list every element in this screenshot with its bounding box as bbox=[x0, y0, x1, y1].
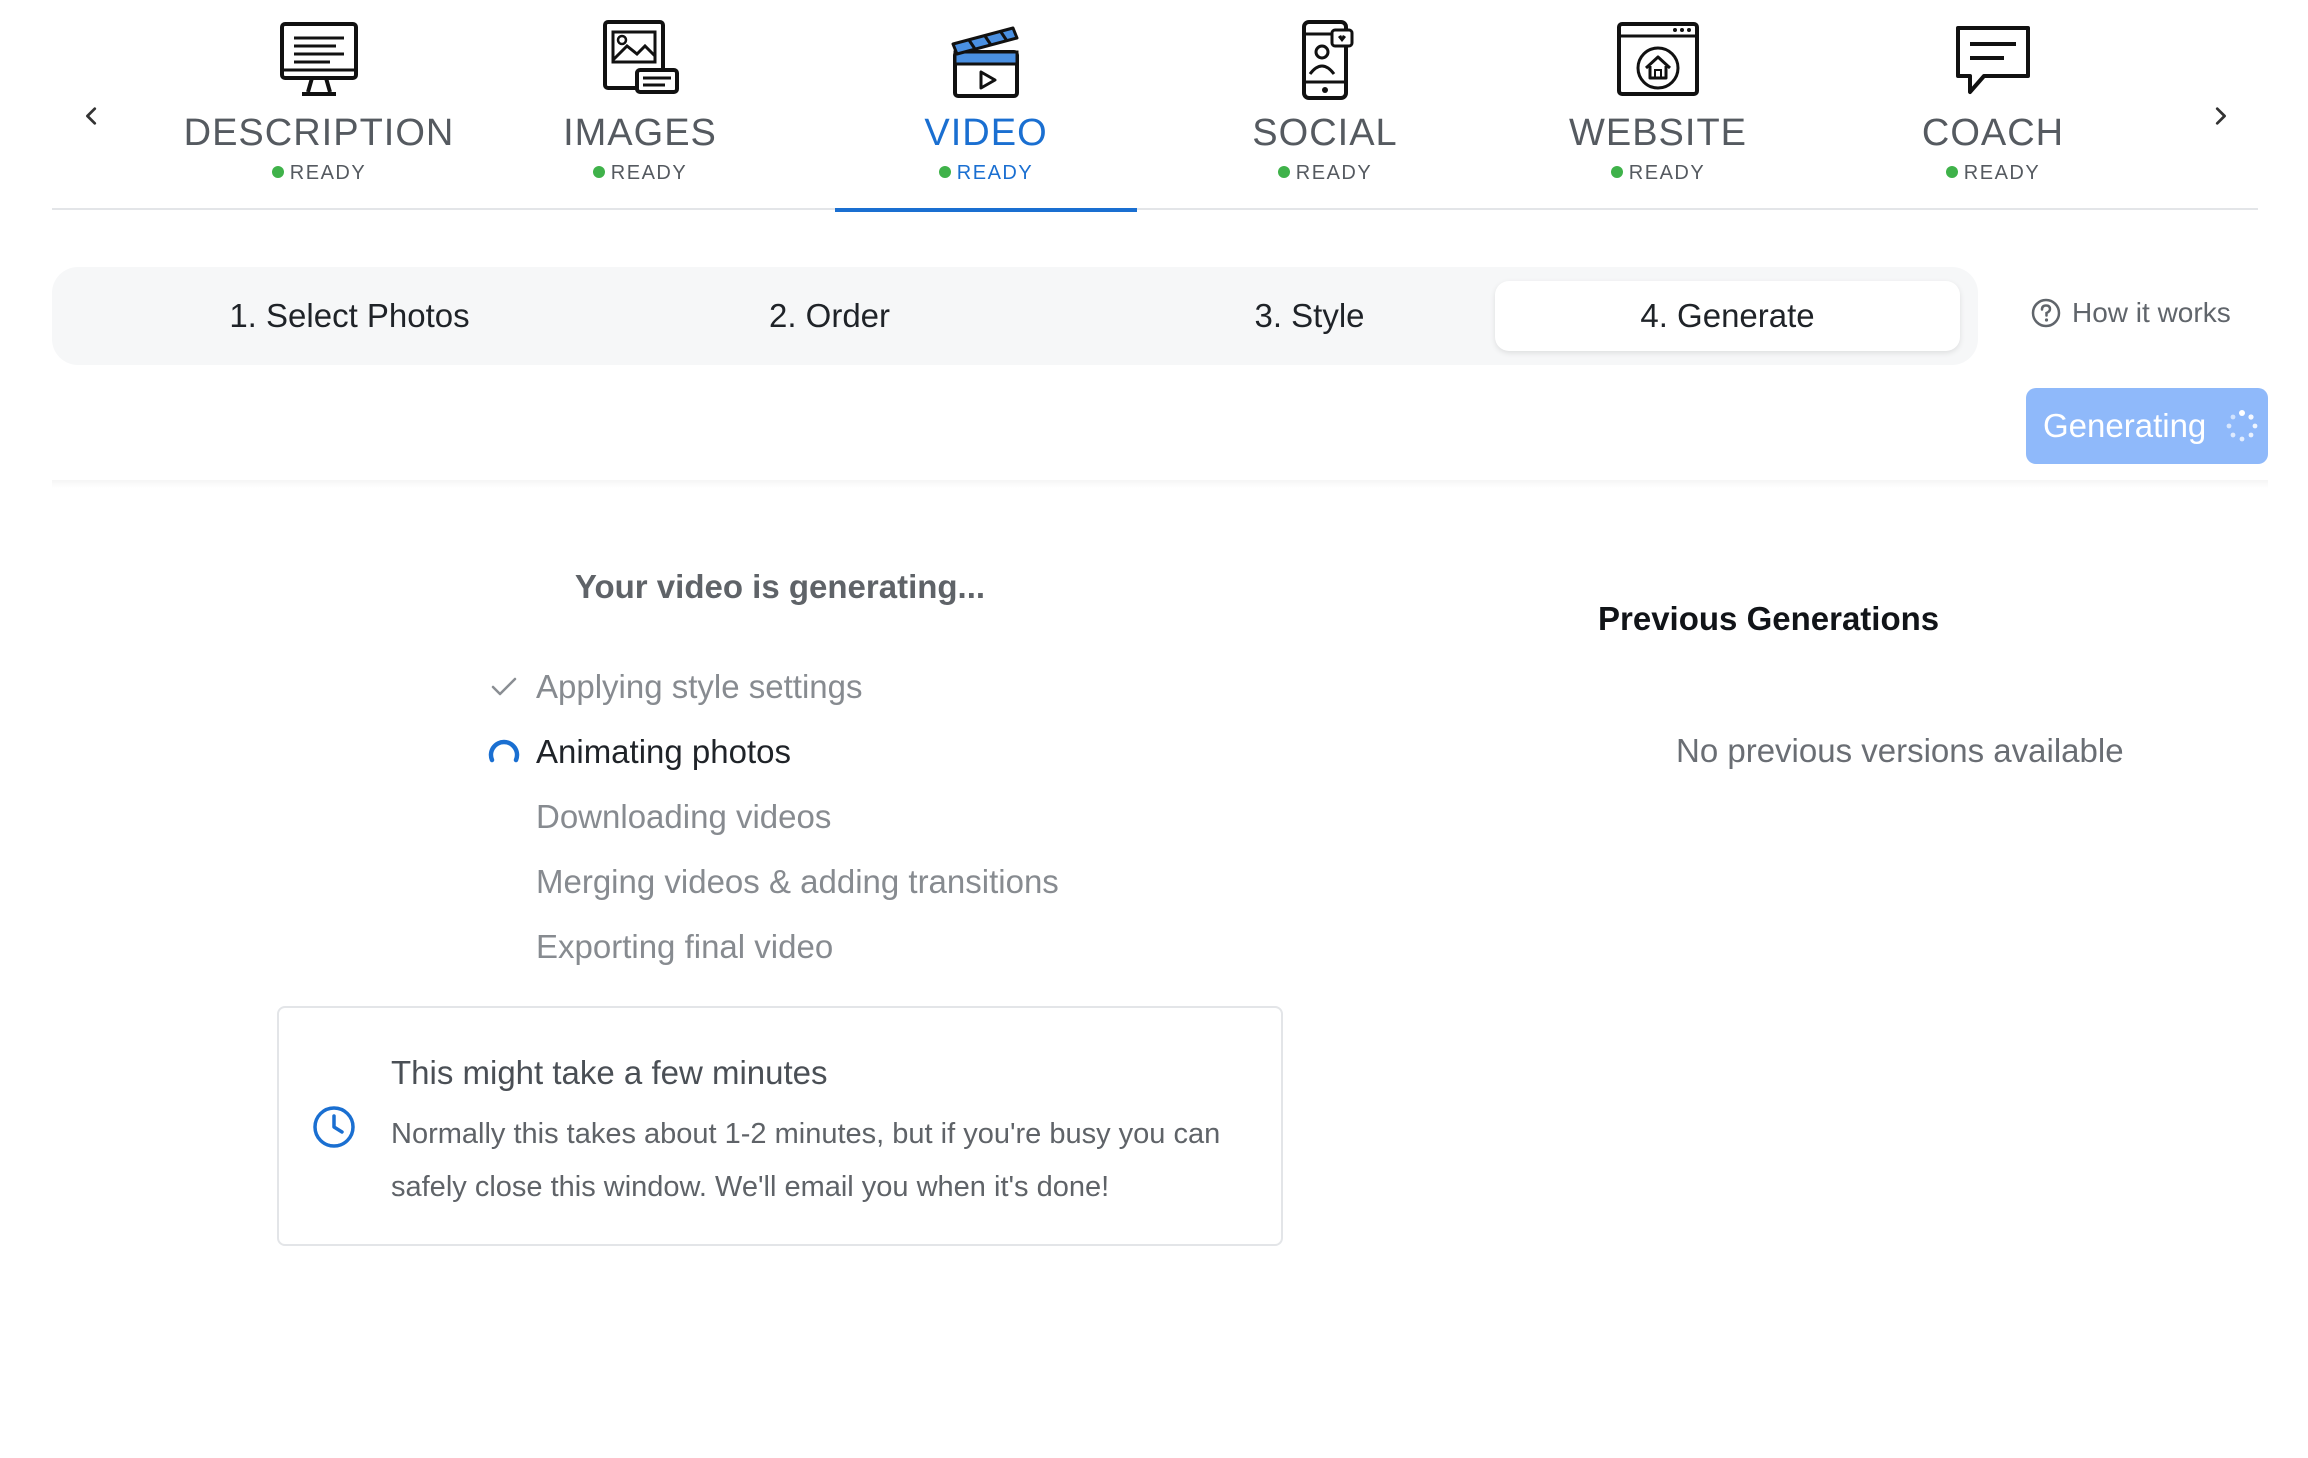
progress-step-label: Applying style settings bbox=[536, 667, 863, 705]
chat-bubble-icon bbox=[1956, 26, 2030, 94]
status-badge: READY bbox=[1174, 162, 1476, 185]
question-circle-icon bbox=[2031, 298, 2061, 328]
tab-label: IMAGES bbox=[563, 112, 717, 154]
checkmark-icon bbox=[491, 677, 517, 696]
tab-label: WEBSITE bbox=[1568, 112, 1748, 154]
previous-generations-title: Previous Generations bbox=[1598, 600, 1940, 637]
tab-social[interactable]: SOCIAL READY bbox=[1174, 0, 1476, 210]
ready-dot bbox=[592, 166, 605, 178]
step-select-photos[interactable]: 1. Select Photos bbox=[117, 281, 582, 351]
status-badge: READY bbox=[835, 162, 1137, 185]
clock-icon bbox=[313, 1106, 355, 1148]
ready-dot bbox=[1277, 166, 1290, 178]
status-text: READY bbox=[1628, 162, 1706, 184]
status-badge: READY bbox=[1507, 162, 1809, 185]
status-badge: READY bbox=[489, 162, 791, 185]
browser-home-icon bbox=[1617, 22, 1699, 96]
progress-step-label: Exporting final video bbox=[536, 927, 834, 965]
ready-dot bbox=[1610, 166, 1623, 178]
toolbar-shadow-divider bbox=[52, 480, 2268, 488]
tab-label: COACH bbox=[1921, 112, 2065, 154]
progress-step-label: Animating photos bbox=[536, 732, 791, 770]
generate-button[interactable]: Generating bbox=[2026, 388, 2268, 464]
tab-label: SOCIAL bbox=[1252, 112, 1398, 154]
notice-title: This might take a few minutes bbox=[391, 1054, 828, 1091]
tab-website[interactable]: WEBSITE READY bbox=[1507, 0, 1809, 210]
generate-button-label: Generating bbox=[2043, 407, 2207, 444]
scroll-left-arrow-icon[interactable] bbox=[72, 96, 112, 136]
tab-label: VIDEO bbox=[924, 112, 1048, 154]
info-notice-card: This might take a few minutes Normally t… bbox=[277, 1006, 1283, 1246]
ready-dot bbox=[938, 166, 951, 178]
status-text: READY bbox=[610, 162, 688, 184]
how-it-works-link[interactable]: How it works bbox=[2030, 293, 2231, 333]
status-badge: READY bbox=[1842, 162, 2144, 185]
status-text: READY bbox=[289, 162, 367, 184]
status-text: READY bbox=[956, 162, 1034, 184]
notice-text: Normally this takes about 1-2 minutes, b… bbox=[391, 1118, 1221, 1203]
status-text: READY bbox=[1295, 162, 1373, 184]
tab-images[interactable]: IMAGES READY bbox=[489, 0, 791, 210]
active-tab-indicator bbox=[835, 208, 1137, 212]
ready-dot bbox=[271, 166, 284, 178]
tab-video[interactable]: VIDEO READY bbox=[835, 0, 1137, 212]
tab-description[interactable]: DESCRIPTION READY bbox=[168, 0, 470, 210]
images-icon bbox=[603, 20, 679, 94]
status-text: READY bbox=[1963, 162, 2041, 184]
scroll-right-arrow-icon[interactable] bbox=[2200, 96, 2240, 136]
ready-dot bbox=[1945, 166, 1958, 178]
tab-coach[interactable]: COACH READY bbox=[1842, 0, 2144, 210]
step-generate[interactable]: 4. Generate bbox=[1495, 281, 1960, 351]
tab-label: DESCRIPTION bbox=[183, 112, 455, 154]
loading-spinner-icon bbox=[2226, 410, 2258, 442]
content-type-tabs: DESCRIPTION READY IMAGES READY VIDEO REA… bbox=[52, 0, 2258, 212]
step-style[interactable]: 3. Style bbox=[1077, 281, 1542, 351]
step-order[interactable]: 2. Order bbox=[597, 281, 1062, 351]
phone-social-icon bbox=[1302, 20, 1354, 100]
monitor-text-icon bbox=[280, 22, 358, 96]
wizard-stepper: 1. Select Photos 2. Order 3. Style 4. Ge… bbox=[52, 267, 1978, 365]
progress-step-label: Downloading videos bbox=[536, 797, 832, 835]
status-badge: READY bbox=[168, 162, 470, 185]
loading-spinner-icon bbox=[488, 739, 520, 763]
clapperboard-icon bbox=[951, 26, 1019, 98]
how-it-works-label: How it works bbox=[2072, 297, 2231, 328]
generation-heading: Your video is generating... bbox=[574, 568, 986, 605]
progress-step-label: Merging videos & adding transitions bbox=[536, 862, 1059, 900]
previous-generations-empty: No previous versions available bbox=[1676, 732, 2124, 769]
